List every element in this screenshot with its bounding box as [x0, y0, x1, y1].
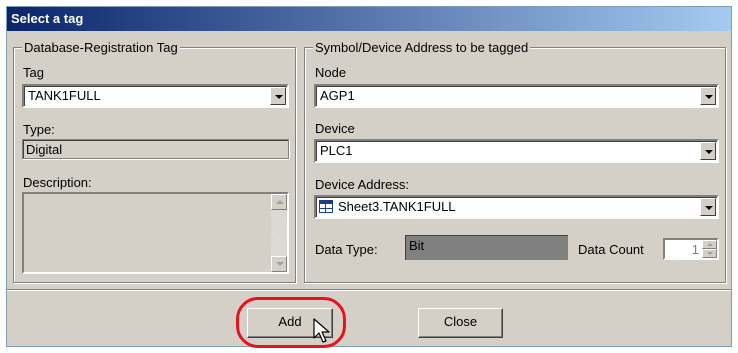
select-tag-dialog: Select a tag Database-Registration Tag T… — [6, 6, 732, 348]
type-label: Type: — [23, 122, 55, 137]
sheet-icon — [319, 200, 333, 213]
type-field: Digital — [22, 139, 289, 159]
node-label: Node — [315, 65, 347, 80]
dialog-title: Select a tag — [7, 7, 731, 31]
data-count-label: Data Count — [578, 242, 644, 257]
group-legend: Database-Registration Tag — [22, 40, 180, 55]
data-type-value: Bit — [409, 238, 425, 253]
chevron-down-icon[interactable] — [700, 142, 716, 160]
chevron-down-icon[interactable] — [700, 198, 716, 216]
device-combobox[interactable]: PLC1 — [314, 139, 719, 163]
description-label: Description: — [23, 175, 92, 190]
mouse-pointer-icon — [313, 318, 330, 343]
data-type-field: Bit — [405, 235, 568, 260]
device-address-value: Sheet3.TANK1FULL — [338, 199, 456, 214]
data-type-label: Data Type: — [315, 242, 378, 257]
device-address-label: Device Address: — [315, 177, 409, 192]
data-count-spinner[interactable]: 1 — [663, 238, 719, 260]
description-field[interactable] — [22, 192, 289, 274]
chevron-down-icon[interactable] — [270, 87, 286, 105]
node-combobox[interactable]: AGP1 — [314, 84, 719, 108]
tag-combobox-value: TANK1FULL — [28, 88, 101, 103]
scroll-down-icon[interactable] — [271, 256, 287, 272]
device-label: Device — [315, 121, 355, 136]
node-combobox-value: AGP1 — [320, 88, 355, 103]
data-count-value: 1 — [691, 242, 699, 257]
description-scrollbar[interactable] — [271, 194, 287, 272]
device-combobox-value: PLC1 — [320, 143, 353, 158]
group-legend: Symbol/Device Address to be tagged — [313, 40, 531, 55]
device-address-combobox[interactable]: Sheet3.TANK1FULL — [314, 195, 719, 219]
chevron-down-icon[interactable] — [700, 87, 716, 105]
tag-label: Tag — [23, 65, 44, 80]
tag-combobox[interactable]: TANK1FULL — [22, 84, 289, 108]
spin-down-icon[interactable] — [702, 249, 717, 258]
spin-up-icon[interactable] — [702, 240, 717, 249]
divider — [7, 289, 731, 291]
type-value: Digital — [26, 142, 63, 157]
scroll-up-icon[interactable] — [271, 194, 287, 210]
close-button[interactable]: Close — [418, 308, 503, 338]
